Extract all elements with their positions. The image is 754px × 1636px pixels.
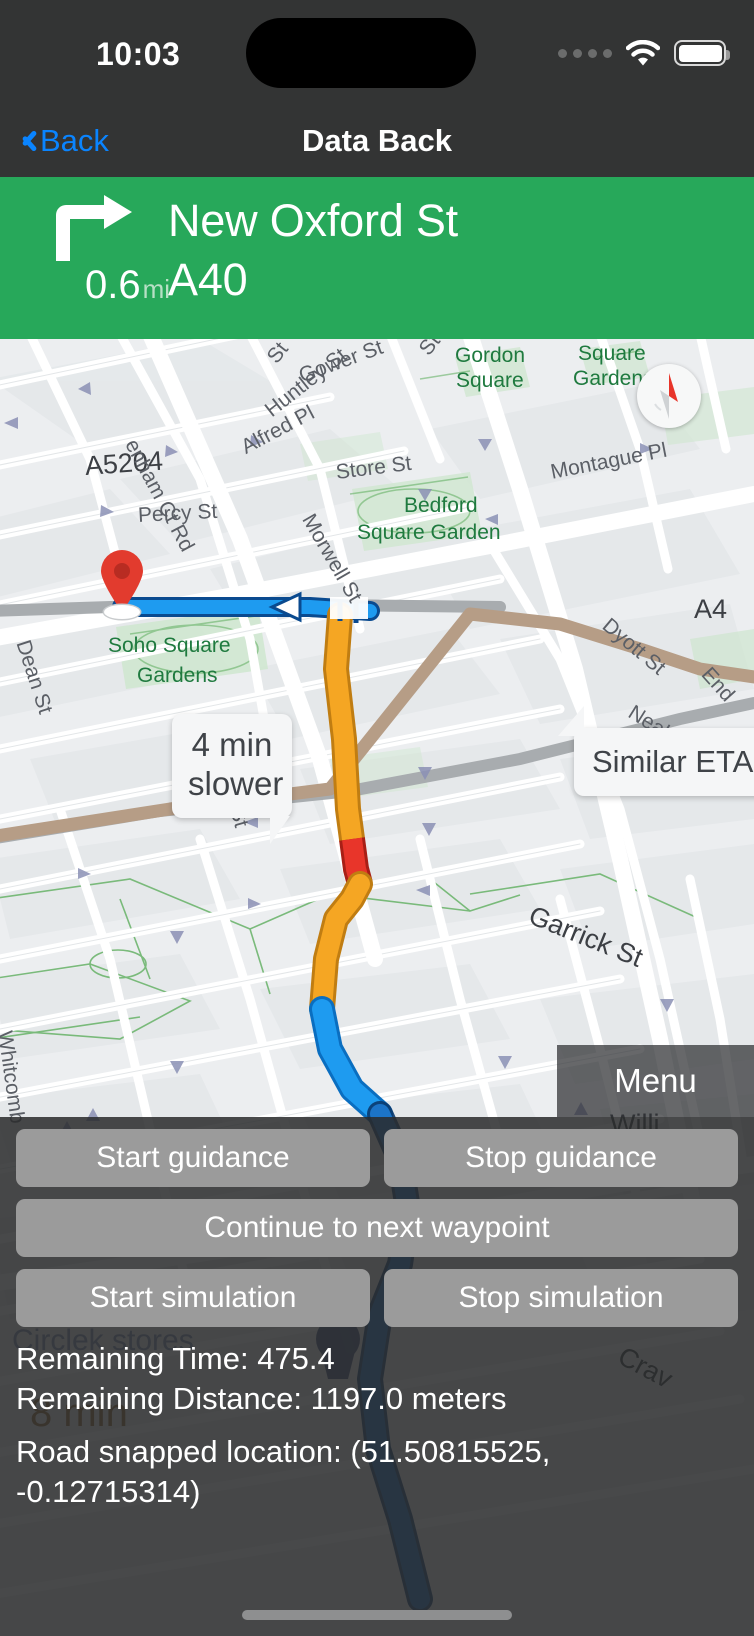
battery-full-icon — [674, 40, 730, 66]
map-pin-icon — [98, 549, 146, 613]
signal-dots-icon — [558, 48, 612, 58]
chevron-left-icon — [16, 127, 32, 155]
navigation-bar: Data Back Back — [0, 105, 754, 177]
map-label: Bedford — [404, 494, 478, 517]
stop-guidance-button[interactable]: Stop guidance — [384, 1129, 738, 1187]
page-title: Data Back — [302, 123, 452, 158]
map-label: Square — [578, 342, 646, 365]
compass-needle-icon[interactable] — [637, 364, 701, 428]
back-button-label: Back — [40, 123, 109, 158]
callout-slower-line1: 4 min — [191, 726, 273, 763]
remaining-time-text: Remaining Time: 475.4 — [16, 1341, 335, 1376]
maneuver-banner: 0.6 mi New Oxford St A40 — [0, 177, 754, 339]
stop-simulation-button[interactable]: Stop simulation — [384, 1269, 738, 1327]
maneuver-distance-value: 0.6 — [84, 263, 141, 307]
remaining-distance-text: Remaining Distance: 1197.0 meters — [16, 1380, 507, 1416]
status-bar-indicators — [558, 36, 730, 70]
waypoint-button-row: Continue to next waypoint — [16, 1199, 738, 1257]
callout-eta-line1: Similar ETA — [592, 744, 754, 779]
callout-slower-line2: slower — [188, 764, 284, 802]
map-label: Percy St — [137, 499, 218, 527]
start-simulation-button[interactable]: Start simulation — [16, 1269, 370, 1327]
maneuver-road-primary: New Oxford St — [168, 195, 458, 246]
start-guidance-button[interactable]: Start guidance — [16, 1129, 370, 1187]
callout-similar-eta[interactable]: Similar ETA — [558, 706, 754, 796]
continue-to-next-waypoint-button[interactable]: Continue to next waypoint — [16, 1199, 738, 1257]
guidance-button-row: Start guidance Stop guidance — [16, 1129, 738, 1187]
callout-slower-tail — [270, 815, 290, 844]
trip-info: Remaining Time: 475.4 Remaining Distance… — [16, 1339, 740, 1512]
map-label: Gordon — [455, 344, 526, 367]
callout-eta-tail — [558, 706, 584, 736]
road-snapped-location-line1: Road snapped location: (51.50815525, — [16, 1434, 551, 1470]
maneuver-roads: New Oxford St A40 — [168, 191, 728, 310]
map-label: Soho Square — [108, 634, 231, 657]
maneuver-road-secondary: A40 — [168, 254, 248, 306]
status-bar: 10:03 — [0, 0, 754, 105]
phone-screen: 10:03 Data Back Back 0.6 mi New Oxford S… — [0, 0, 754, 1636]
map-label: A4 — [694, 594, 728, 624]
road-snapped-location-line2: -0.12715314) — [16, 1474, 201, 1510]
status-bar-time: 10:03 — [96, 36, 181, 72]
map-label: Square Garden — [357, 521, 501, 544]
map-label: Square — [456, 369, 524, 392]
dynamic-island — [246, 18, 476, 88]
menu-button[interactable]: Menu — [557, 1045, 754, 1117]
turn-right-icon — [46, 193, 136, 263]
maneuver-distance: 0.6 mi — [20, 265, 170, 305]
map-label: Gardens — [137, 664, 218, 687]
pin-base-shadow — [104, 605, 140, 619]
wifi-icon — [625, 39, 661, 66]
home-indicator[interactable] — [242, 1610, 512, 1620]
callout-slower[interactable]: 4 min slower — [172, 714, 292, 844]
simulation-button-row: Start simulation Stop simulation — [16, 1269, 738, 1327]
back-button[interactable]: Back — [16, 105, 109, 177]
maneuver-distance-unit: mi — [142, 274, 170, 304]
control-panel: Start guidance Stop guidance Continue to… — [0, 1117, 754, 1636]
